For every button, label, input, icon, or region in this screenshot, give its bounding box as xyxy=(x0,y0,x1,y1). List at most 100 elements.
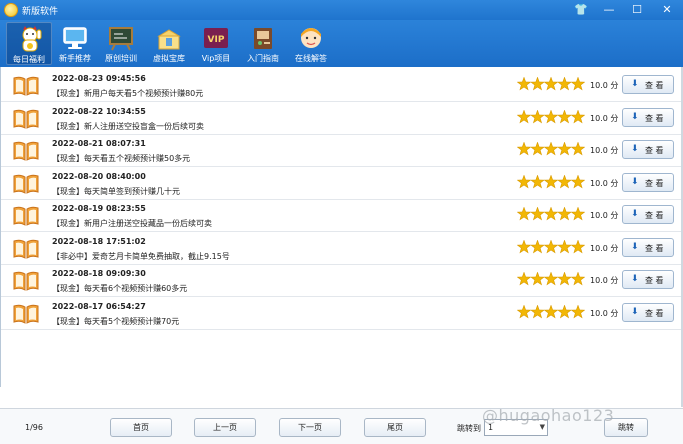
item-score: 10.0 分 xyxy=(590,178,619,188)
download-arrow-icon: ⬇ xyxy=(631,274,639,284)
star-icon xyxy=(517,109,532,123)
window-title: 新版软件 xyxy=(22,7,59,17)
first-page-button[interactable]: 首页 xyxy=(110,418,172,437)
star-icon xyxy=(517,239,532,253)
lucky-cat-icon xyxy=(22,26,42,52)
watermark: @hugaohao123 xyxy=(482,406,615,425)
item-score: 10.0 分 xyxy=(590,276,619,285)
list-item: 2022-08-18 17:51:02 【非必中】爱奇艺月卡简单免费抽取，截止9… xyxy=(1,232,683,265)
item-title: 【现金】新用户注册送空投藏品一份后续可卖 xyxy=(52,219,212,228)
app-logo-icon xyxy=(4,3,18,17)
star-icon xyxy=(517,77,532,91)
download-arrow-icon: ⬇ xyxy=(631,306,639,317)
vip-icon: VIP xyxy=(204,28,228,48)
item-date: 2022-08-22 10:34:55 xyxy=(52,106,146,116)
star-icon xyxy=(517,304,532,318)
star-icon xyxy=(517,174,532,188)
view-button[interactable]: ⬇ 查 看 xyxy=(622,107,674,127)
support-agent-icon xyxy=(301,28,321,48)
item-score: 10.0 分 xyxy=(590,308,619,318)
rating-stars xyxy=(517,239,585,253)
last-page-button[interactable]: 尾页 xyxy=(364,418,426,437)
view-button[interactable]: ⬇ 查 看 xyxy=(622,302,674,322)
view-button-label: 查 看 xyxy=(645,178,664,188)
star-icon xyxy=(570,239,585,253)
book-icon xyxy=(13,206,39,226)
star-icon xyxy=(517,207,532,221)
view-button[interactable]: ⬇ 查 看 xyxy=(622,205,674,224)
tool-online-support[interactable]: 在线解答 xyxy=(288,22,334,65)
star-icon xyxy=(530,239,545,253)
star-icon xyxy=(570,272,585,286)
view-button[interactable]: ⬇ 查 看 xyxy=(622,172,674,192)
maximize-button[interactable]: ☐ xyxy=(624,0,650,20)
star-icon xyxy=(557,174,572,188)
list-item: 2022-08-21 08:07:31 【现金】每天看五个视频预计赚50多元 1… xyxy=(1,135,683,167)
list-item: 2022-08-22 10:34:55 【现金】新人注册送空投盲盒一份后续可卖 … xyxy=(1,102,683,135)
star-icon xyxy=(543,207,559,221)
item-title: 【现金】每天看6个视频预计赚60多元 xyxy=(52,284,188,293)
view-button[interactable]: ⬇ 查 看 xyxy=(622,270,674,289)
star-icon xyxy=(570,109,585,123)
vip-text: VIP xyxy=(208,35,225,45)
star-icon xyxy=(517,142,532,156)
item-title: 【现金】新用户每天看5个视频预计赚80元 xyxy=(52,89,204,98)
star-icon xyxy=(570,77,585,91)
tool-virtual-treasury[interactable]: 虚拟宝库 xyxy=(146,22,192,65)
minimize-button[interactable]: — xyxy=(596,0,622,20)
item-score: 10.0 分 xyxy=(590,113,619,123)
blackboard-icon xyxy=(109,27,133,51)
item-date: 2022-08-17 06:54:27 xyxy=(52,301,146,311)
item-title: 【现金】每天简单签到预计赚几十元 xyxy=(52,186,180,196)
star-icon xyxy=(543,272,559,286)
close-button[interactable]: ✕ xyxy=(654,0,680,20)
tool-vip-projects[interactable]: VIP Vip项目 xyxy=(193,22,239,65)
download-arrow-icon: ⬇ xyxy=(631,111,639,122)
rating-stars xyxy=(517,174,585,188)
item-date: 2022-08-21 08:07:31 xyxy=(52,139,146,148)
list-item: 2022-08-17 06:54:27 【现金】每天看5个视频预计赚70元 10… xyxy=(1,297,683,330)
star-icon xyxy=(530,272,545,286)
prev-page-button[interactable]: 上一页 xyxy=(194,418,256,437)
jump-label: 跳转到 xyxy=(457,424,481,433)
star-icon xyxy=(543,174,559,188)
list-item: 2022-08-20 08:40:00 【现金】每天简单签到预计赚几十元 10.… xyxy=(1,167,683,200)
book-icon xyxy=(13,141,39,161)
next-page-button[interactable]: 下一页 xyxy=(279,418,341,437)
star-icon xyxy=(543,304,559,318)
view-button-label: 查 看 xyxy=(645,211,664,220)
view-button[interactable]: ⬇ 查 看 xyxy=(622,237,674,257)
star-icon xyxy=(530,174,545,188)
title-bar: 新版软件 👕 — ☐ ✕ xyxy=(0,0,683,20)
tool-getting-started[interactable]: 入门指南 xyxy=(240,22,286,65)
book-icon xyxy=(13,271,39,291)
book-icon xyxy=(13,174,39,194)
star-icon xyxy=(543,109,559,123)
list-item: 2022-08-23 09:45:56 【现金】新用户每天看5个视频预计赚80元… xyxy=(1,70,683,102)
tool-original-training[interactable]: 原创培训 xyxy=(98,22,144,65)
book-icon xyxy=(13,76,39,96)
guide-book-icon xyxy=(254,28,272,49)
download-arrow-icon: ⬇ xyxy=(631,144,639,154)
rating-stars xyxy=(517,109,585,123)
item-date: 2022-08-23 09:45:56 xyxy=(52,74,146,83)
star-icon xyxy=(570,207,585,221)
star-icon xyxy=(543,77,559,91)
offer-list: 2022-08-23 09:45:56 【现金】新用户每天看5个视频预计赚80元… xyxy=(0,67,683,387)
view-button[interactable]: ⬇ 查 看 xyxy=(622,75,674,94)
view-button[interactable]: ⬇ 查 看 xyxy=(622,140,674,159)
book-icon xyxy=(13,304,39,324)
star-icon xyxy=(517,272,532,286)
skin-icon[interactable]: 👕 xyxy=(568,0,594,20)
star-icon xyxy=(557,239,572,253)
star-icon xyxy=(570,304,585,318)
item-date: 2022-08-18 09:09:30 xyxy=(52,269,146,278)
star-icon xyxy=(530,304,545,318)
star-icon xyxy=(557,77,572,91)
rating-stars xyxy=(517,77,585,91)
download-arrow-icon: ⬇ xyxy=(631,241,639,252)
view-button-label: 查 看 xyxy=(645,276,664,285)
treasure-box-icon xyxy=(157,29,181,50)
item-date: 2022-08-18 17:51:02 xyxy=(52,236,146,246)
item-score: 10.0 分 xyxy=(590,146,619,155)
